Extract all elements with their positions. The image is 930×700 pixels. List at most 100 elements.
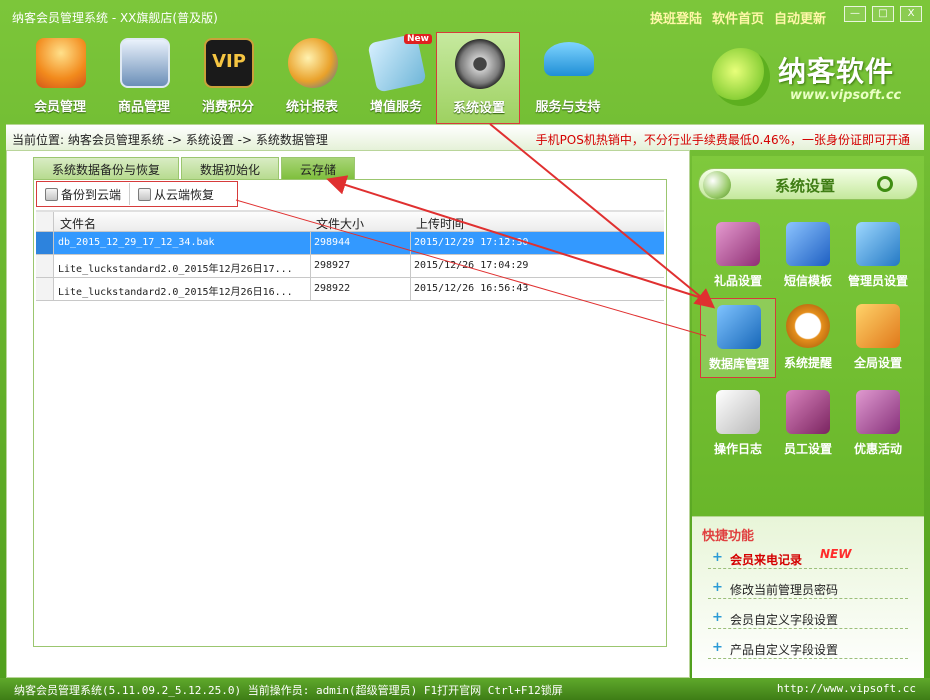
- toolbar-label: 系统设置: [452, 101, 505, 116]
- toolbar-value-added[interactable]: New 增值服务: [354, 32, 438, 124]
- sidebar-item-label: 操作日志: [713, 442, 762, 456]
- cell-filename: db_2015_12_29_17_12_34.bak: [58, 237, 215, 248]
- row-selector[interactable]: [36, 255, 54, 277]
- quick-item-label: 产品自定义字段设置: [730, 643, 839, 657]
- gift-icon: [716, 222, 760, 266]
- row-selector[interactable]: [36, 278, 54, 300]
- sidebar-item-gift[interactable]: 礼品设置: [700, 216, 776, 296]
- close-button[interactable]: X: [900, 6, 922, 22]
- software-home-link[interactable]: 软件首页: [712, 8, 764, 27]
- cloud-panel: 备份到云端 从云端恢复 文件名 文件大小 上传时间 db_2015_12_29_…: [33, 179, 667, 647]
- title-bar: 纳客会员管理系统 - XX旗舰店(普及版) 换班登陆 软件首页 自动更新 — □…: [0, 0, 930, 32]
- sidebar-item-promo[interactable]: 优惠活动: [840, 384, 916, 464]
- sidebar-item-label: 数据库管理: [708, 357, 769, 371]
- cell-upload-time: 2015/12/26 17:04:29: [414, 260, 529, 271]
- cloud-file-table: 文件名 文件大小 上传时间 db_2015_12_29_17_12_34.bak…: [36, 210, 664, 301]
- quick-item-product-fields[interactable]: + 产品自定义字段设置: [708, 637, 908, 659]
- new-badge: New: [404, 34, 432, 44]
- col-filename[interactable]: 文件名: [60, 215, 96, 232]
- quick-item-member-fields[interactable]: + 会员自定义字段设置: [708, 607, 908, 629]
- umbrella-icon: [544, 42, 594, 76]
- col-filesize[interactable]: 文件大小: [316, 215, 364, 232]
- maximize-button[interactable]: □: [872, 6, 894, 22]
- sidebar-item-admin[interactable]: 管理员设置: [840, 216, 916, 296]
- quick-item-label: 会员自定义字段设置: [730, 613, 839, 627]
- sidebar-item-global[interactable]: 全局设置: [840, 298, 916, 378]
- row-header-corner: [36, 212, 54, 231]
- upload-icon: [45, 187, 58, 201]
- sidebar-item-label: 系统提醒: [783, 356, 832, 370]
- clock-icon: [786, 304, 830, 348]
- brand-url: www.vipsoft.cc: [790, 88, 902, 103]
- toolbar-products[interactable]: 商品管理: [102, 32, 186, 124]
- quick-item-change-password[interactable]: + 修改当前管理员密码: [708, 577, 908, 599]
- toolbar-label: 商品管理: [117, 100, 170, 115]
- toolbar-members[interactable]: 会员管理: [18, 32, 102, 124]
- download-icon: [138, 187, 152, 201]
- promo-icon: [856, 390, 900, 434]
- shift-login-link[interactable]: 换班登陆: [650, 8, 702, 27]
- logo-icon: [712, 48, 770, 106]
- cell-filename: Lite_luckstandard2.0_2015年12月26日16...: [58, 287, 293, 298]
- table-row[interactable]: Lite_luckstandard2.0_2015年12月26日17... 29…: [36, 255, 664, 278]
- toolbar-label: 统计报表: [285, 100, 338, 115]
- orb-icon: [703, 171, 731, 199]
- sidebar-item-log[interactable]: 操作日志: [700, 384, 776, 464]
- restore-label: 从云端恢复: [154, 187, 215, 202]
- app-window: 纳客会员管理系统 - XX旗舰店(普及版) 换班登陆 软件首页 自动更新 — □…: [0, 0, 930, 700]
- col-upload-time[interactable]: 上传时间: [416, 215, 464, 232]
- sidebar-item-database[interactable]: 数据库管理: [700, 298, 776, 378]
- table-row[interactable]: Lite_luckstandard2.0_2015年12月26日16... 29…: [36, 278, 664, 301]
- gear-icon: [455, 39, 505, 89]
- auto-update-link[interactable]: 自动更新: [774, 8, 826, 27]
- status-info: 纳客会员管理系统(5.11.09.2_5.12.25.0) 当前操作员: adm…: [14, 684, 563, 697]
- status-url[interactable]: http://www.vipsoft.cc: [777, 682, 916, 695]
- toolbar-support[interactable]: 服务与支持: [526, 32, 610, 124]
- restore-from-cloud-button[interactable]: 从云端恢复: [130, 183, 222, 205]
- table-header: 文件名 文件大小 上传时间: [36, 212, 664, 232]
- settings-sidebar: 系统设置 礼品设置 短信模板 管理员设置 数据库管理 系统提醒 全局设置 操作日…: [692, 156, 924, 678]
- members-icon: [36, 38, 86, 88]
- minimize-button[interactable]: —: [844, 6, 866, 22]
- sidebar-item-label: 短信模板: [783, 274, 832, 288]
- toolbar-points[interactable]: VIP 消费积分: [186, 32, 270, 124]
- sidebar-header: 系统设置: [698, 168, 918, 200]
- promo-text[interactable]: 手机POS机热销中，不分行业手续费最低0.46%，一张身份证即可开通: [536, 131, 910, 148]
- backup-to-cloud-button[interactable]: 备份到云端: [37, 183, 131, 205]
- plus-icon: +: [712, 610, 723, 625]
- sidebar-title: 系统设置: [775, 177, 836, 195]
- brand-name: 纳客软件: [778, 55, 895, 88]
- quick-item-label: 修改当前管理员密码: [730, 583, 839, 597]
- sidebar-item-label: 管理员设置: [847, 274, 908, 288]
- main-toolbar: 会员管理 商品管理 VIP 消费积分 统计报表 New 增值服务 系统设置 服务…: [10, 32, 660, 124]
- cell-filename: Lite_luckstandard2.0_2015年12月26日17...: [58, 264, 293, 275]
- vip-icon: VIP: [204, 38, 254, 88]
- computer-icon: [120, 38, 170, 88]
- breadcrumb-bar: 当前位置: 纳客会员管理系统 -> 系统设置 -> 系统数据管理 手机POS机热…: [6, 124, 924, 150]
- sidebar-item-staff[interactable]: 员工设置: [770, 384, 846, 464]
- row-selector[interactable]: [36, 232, 54, 254]
- sidebar-item-label: 优惠活动: [853, 442, 902, 456]
- backup-label: 备份到云端: [61, 187, 122, 202]
- window-controls: — □ X: [844, 6, 922, 22]
- sidebar-item-reminder[interactable]: 系统提醒: [770, 298, 846, 378]
- plus-icon: +: [712, 580, 723, 595]
- cell-filesize: 298927: [314, 260, 351, 271]
- toolbar-label: 消费积分: [201, 100, 254, 115]
- toolbar-system-settings[interactable]: 系统设置: [436, 32, 520, 124]
- tab-backup-restore[interactable]: 系统数据备份与恢复: [33, 157, 180, 179]
- tab-cloud-storage[interactable]: 云存储: [281, 157, 356, 179]
- table-row[interactable]: db_2015_12_29_17_12_34.bak 298944 2015/1…: [36, 232, 664, 255]
- quick-item-member-calls[interactable]: + 会员来电记录 NEW: [708, 547, 908, 569]
- toolbar-label: 服务与支持: [535, 100, 601, 115]
- brand-logo: 纳客软件 www.vipsoft.cc: [710, 44, 920, 108]
- plus-icon: +: [712, 640, 723, 655]
- breadcrumb: 当前位置: 纳客会员管理系统 -> 系统设置 -> 系统数据管理: [12, 133, 328, 147]
- sidebar-item-label: 员工设置: [783, 442, 832, 456]
- globe-clock-icon: [288, 38, 338, 88]
- tab-data-init[interactable]: 数据初始化: [181, 157, 280, 179]
- quick-item-label: 会员来电记录: [730, 553, 803, 567]
- sidebar-item-label: 全局设置: [853, 356, 902, 370]
- sidebar-item-sms[interactable]: 短信模板: [770, 216, 846, 296]
- toolbar-reports[interactable]: 统计报表: [270, 32, 354, 124]
